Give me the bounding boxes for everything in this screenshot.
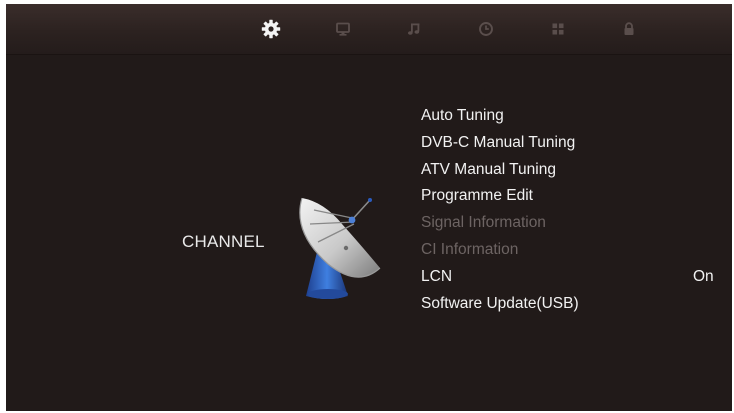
menu-item-programme-edit[interactable]: Programme Edit: [421, 183, 721, 210]
lcn-value: On: [693, 267, 714, 285]
tab-options[interactable]: [547, 18, 569, 40]
menu-item-label: Auto Tuning: [421, 107, 504, 124]
tab-lock[interactable]: [618, 18, 640, 40]
menu-item-label: LCN: [421, 267, 453, 285]
menu-item-label: CI Information: [421, 240, 519, 258]
menu-item-label: Signal Information: [421, 214, 546, 232]
satellite-dish-icon: [299, 197, 381, 299]
menu-item-ci-information: CI Information: [421, 237, 721, 264]
monitor-icon: [336, 22, 350, 36]
tv-menu-screen: CHANNEL Auto Tuning DVB-C Manual Tuning …: [6, 4, 732, 411]
category-tab-bar: [6, 4, 732, 55]
menu-item-dvb-c-manual-tuning[interactable]: DVB-C Manual Tuning: [421, 130, 721, 157]
menu-item-label: ATV Manual Tuning: [421, 160, 556, 178]
lock-icon: [624, 22, 634, 35]
menu-item-lcn[interactable]: LCN On: [421, 264, 721, 291]
menu-item-auto-tuning[interactable]: Auto Tuning: [421, 103, 721, 130]
menu-item-label: Programme Edit: [421, 187, 533, 205]
menu-item-software-update-usb[interactable]: Software Update(USB): [421, 291, 721, 318]
section-title: CHANNEL: [182, 232, 265, 251]
tab-sound[interactable]: [403, 18, 425, 40]
music-note-icon: [408, 23, 420, 35]
menu-item-label: Software Update(USB): [421, 294, 579, 312]
tab-time[interactable]: [475, 18, 497, 40]
gear-icon: [261, 19, 281, 39]
menu-item-label: DVB-C Manual Tuning: [421, 133, 576, 151]
menu-item-signal-information: Signal Information: [421, 210, 721, 237]
grid-icon: [552, 23, 564, 35]
clock-icon: [479, 22, 493, 36]
tab-picture[interactable]: [332, 18, 354, 40]
tab-channel-settings[interactable]: [260, 18, 282, 40]
menu-item-atv-manual-tuning[interactable]: ATV Manual Tuning: [421, 157, 721, 184]
channel-menu: Auto Tuning DVB-C Manual Tuning ATV Manu…: [421, 103, 721, 317]
